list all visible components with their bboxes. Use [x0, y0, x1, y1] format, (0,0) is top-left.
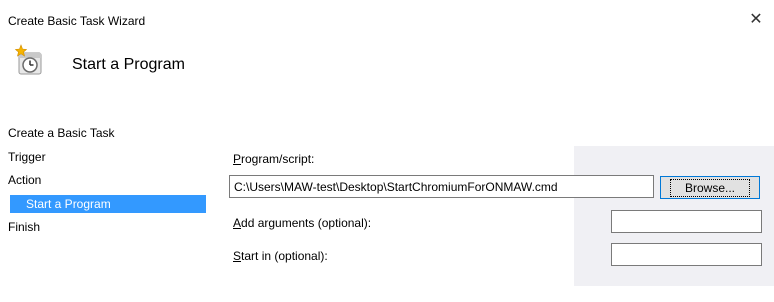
browse-button-label: Browse... — [669, 178, 750, 197]
add-arguments-label-mnemonic: A — [233, 216, 242, 230]
start-in-label: Start in (optional): — [233, 249, 328, 263]
close-icon: ✕ — [749, 11, 763, 28]
nav-item-finish[interactable]: Finish — [8, 218, 40, 236]
program-script-label-text: rogram/script: — [241, 152, 315, 166]
program-script-label: Program/script: — [233, 152, 314, 166]
add-arguments-label: Add arguments (optional): — [233, 216, 371, 230]
nav-item-action[interactable]: Action — [8, 171, 41, 189]
page-title: Start a Program — [72, 56, 185, 73]
program-script-label-mnemonic: P — [233, 152, 242, 166]
program-script-input[interactable] — [229, 175, 654, 198]
browse-button[interactable]: Browse... — [660, 176, 760, 199]
start-in-label-mnemonic: S — [233, 249, 242, 263]
add-arguments-input[interactable] — [611, 210, 762, 233]
nav-item-create-basic-task[interactable]: Create a Basic Task — [8, 124, 115, 142]
nav-item-start-a-program[interactable]: Start a Program — [10, 195, 206, 213]
wizard-window: Create Basic Task Wizard ✕ Start a Progr… — [0, 0, 774, 302]
nav-item-trigger[interactable]: Trigger — [8, 148, 46, 166]
start-in-label-text: tart in (optional): — [241, 249, 328, 263]
start-in-input[interactable] — [611, 243, 762, 266]
scheduled-task-clock-icon — [13, 44, 45, 76]
window-title: Create Basic Task Wizard — [8, 14, 146, 28]
close-button[interactable]: ✕ — [742, 6, 770, 32]
add-arguments-label-text: dd arguments (optional): — [241, 216, 372, 230]
